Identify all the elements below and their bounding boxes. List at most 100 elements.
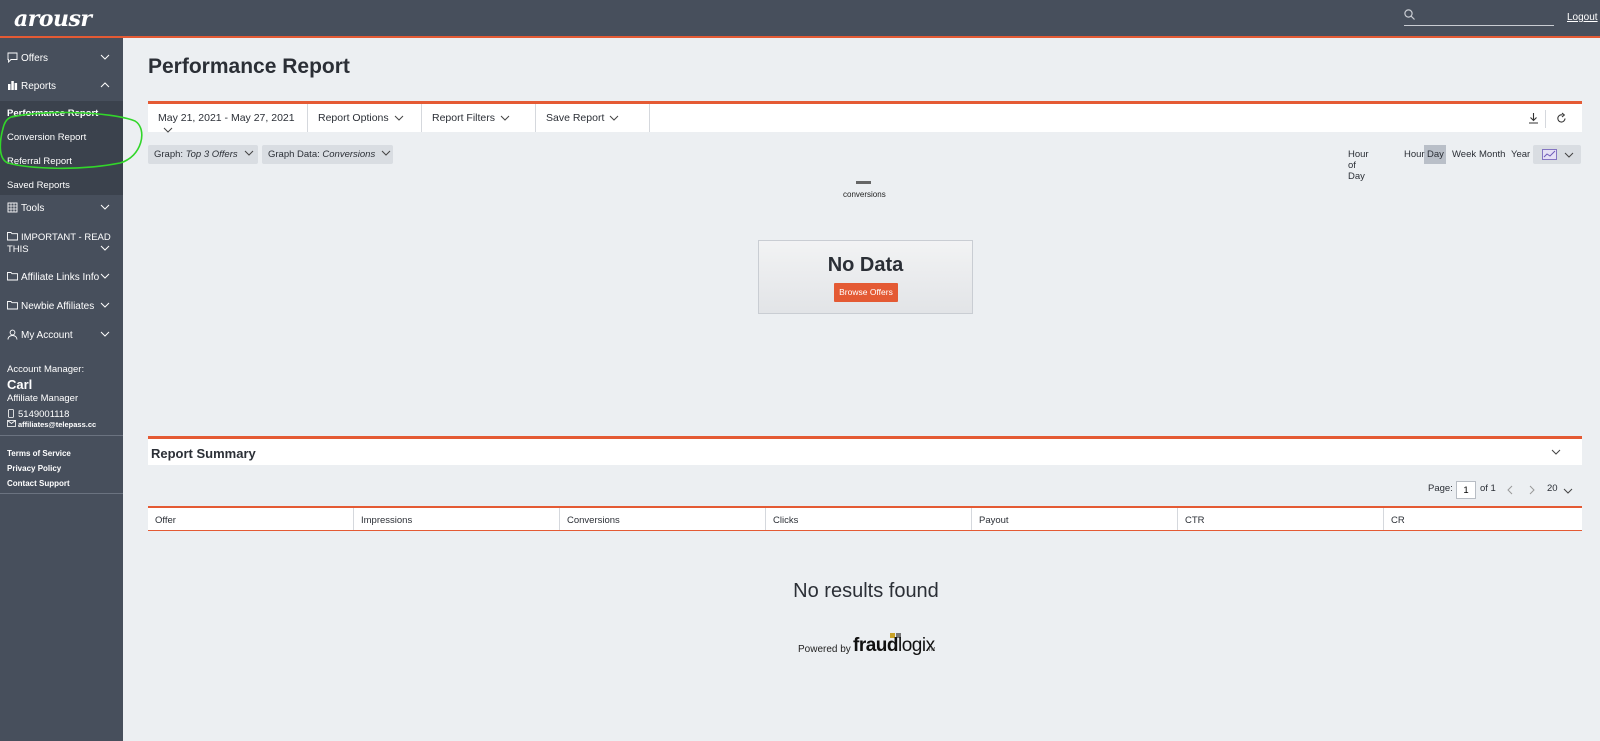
folder-icon (7, 272, 18, 281)
search-box (1404, 8, 1554, 26)
column-header-payout[interactable]: Payout (972, 508, 1178, 531)
chevron-down-icon (100, 204, 110, 210)
grid-icon (7, 202, 18, 213)
account-manager-role: Affiliate Manager (7, 393, 79, 404)
chevron-down-icon (610, 115, 619, 121)
table-header-underline (148, 530, 1582, 531)
column-header-offer[interactable]: Offer (148, 508, 354, 531)
chevron-down-icon (1551, 449, 1561, 455)
sidebar-item-important[interactable]: IMPORTANT - READ THIS (7, 229, 123, 259)
chevron-down-icon (163, 127, 173, 133)
sidebar-item-label: Tools (21, 203, 45, 214)
chevron-down-icon (244, 151, 253, 157)
save-report-label: Save Report (546, 112, 605, 124)
speech-bubble-icon (7, 52, 18, 63)
legend-label[interactable]: conversions (843, 190, 886, 199)
sidebar-item-affiliate-links-info[interactable]: Affiliate Links Info (0, 264, 123, 292)
report-options-dropdown[interactable]: Report Options (308, 104, 422, 132)
contact-support-link[interactable]: Contact Support (7, 479, 70, 488)
sidebar: Offers Reports Performance Report Conver… (0, 38, 143, 741)
report-filters-label: Report Filters (432, 112, 496, 124)
no-data-title: No Data (827, 254, 904, 276)
sidebar-item-newbie-affiliates[interactable]: Newbie Affiliates (0, 293, 123, 321)
sidebar-divider (0, 493, 123, 494)
fraudlogix-logo[interactable]: fraudlogix (853, 635, 935, 657)
time-button-hour[interactable]: Hour (1404, 149, 1425, 160)
column-header-ctr[interactable]: CTR (1178, 508, 1384, 531)
sidebar-item-label: Newbie Affiliates (21, 301, 95, 312)
report-toolbar: May 21, 2021 - May 27, 2021 Report Optio… (148, 101, 1582, 133)
legend-swatch (856, 181, 871, 184)
per-page-select[interactable]: 20 (1547, 483, 1558, 494)
pager-label: Page: (1428, 483, 1453, 494)
top-bar: arousr Logout (0, 0, 1600, 38)
account-manager-heading: Account Manager: (7, 364, 85, 375)
annotation-circle (0, 111, 143, 170)
account-manager-name: Carl (7, 377, 33, 392)
folder-icon (7, 232, 18, 241)
refresh-icon[interactable] (1556, 112, 1567, 124)
sidebar-item-offers[interactable]: Offers (0, 45, 123, 73)
fraudlogix-logo-bold: fraud (853, 635, 899, 656)
browse-offers-button[interactable]: Browse Offers (834, 283, 898, 302)
chart-type-select[interactable] (1533, 145, 1581, 164)
bar-chart-icon (8, 81, 18, 90)
sidebar-item-tools[interactable]: Tools (0, 195, 123, 223)
results-table-header: Offer Impressions Conversions Clicks Pay… (148, 506, 1582, 531)
folder-icon (7, 301, 18, 310)
time-button-year[interactable]: Year (1511, 149, 1530, 160)
date-range-label: May 21, 2021 - May 27, 2021 (158, 112, 295, 124)
column-header-cr[interactable]: CR (1384, 508, 1590, 531)
search-input[interactable] (1422, 8, 1552, 24)
chevron-down-icon (100, 54, 110, 60)
save-report-dropdown[interactable]: Save Report (536, 104, 650, 132)
privacy-policy-link[interactable]: Privacy Policy (7, 464, 61, 473)
sidebar-item-label: My Account (21, 330, 73, 341)
download-icon[interactable] (1528, 112, 1539, 124)
account-manager-email[interactable]: affiliates@telepass.cc (18, 420, 96, 429)
graph-select-value: Top 3 Offers (185, 149, 238, 160)
envelope-icon (7, 420, 16, 427)
report-summary-title: Report Summary (151, 446, 256, 461)
page-title: Performance Report (148, 55, 350, 78)
sidebar-item-label: IMPORTANT - READ (21, 232, 111, 243)
graph-data-value: Conversions (322, 149, 376, 160)
time-button-hour-of-day[interactable]: Hour of Day (1348, 149, 1369, 182)
sidebar-item-label: Affiliate Links Info (21, 272, 100, 283)
phone-icon (8, 409, 14, 418)
sidebar-divider (0, 435, 123, 436)
sidebar-subitem-saved-reports[interactable]: Saved Reports (7, 180, 70, 191)
graph-select[interactable]: Graph: Top 3 Offers (148, 145, 258, 164)
column-header-conversions[interactable]: Conversions (560, 508, 766, 531)
sidebar-item-label-line2: THIS (7, 244, 29, 255)
terms-of-service-link[interactable]: Terms of Service (7, 449, 71, 458)
column-header-clicks[interactable]: Clicks (766, 508, 972, 531)
line-chart-icon (1542, 149, 1557, 160)
date-range-picker[interactable]: May 21, 2021 - May 27, 2021 (148, 104, 308, 133)
report-summary-panel[interactable]: Report Summary (148, 436, 1582, 465)
chevron-left-icon[interactable] (1507, 485, 1513, 495)
account-manager-phone: 5149001118 (18, 409, 70, 420)
report-filters-dropdown[interactable]: Report Filters (422, 104, 536, 132)
chevron-down-icon (100, 245, 110, 251)
graph-data-label: Graph Data: (268, 149, 320, 160)
search-icon (1404, 9, 1415, 20)
graph-data-select[interactable]: Graph Data: Conversions (262, 145, 393, 164)
time-button-day[interactable]: Day (1427, 149, 1444, 160)
sidebar-item-label: Offers (21, 53, 49, 64)
chevron-down-icon (100, 302, 110, 308)
time-button-month[interactable]: Month (1479, 149, 1505, 160)
page-number-input[interactable] (1456, 481, 1476, 499)
arousr-logo[interactable]: arousr (14, 6, 92, 32)
chevron-down-icon[interactable] (1563, 488, 1573, 494)
chevron-right-icon[interactable] (1529, 485, 1535, 495)
sidebar-item-my-account[interactable]: My Account (0, 322, 123, 350)
fraudlogix-trademark: TM (928, 647, 936, 653)
chevron-up-icon (100, 82, 110, 88)
time-button-week[interactable]: Week (1452, 149, 1476, 160)
user-icon (7, 329, 18, 340)
column-header-impressions[interactable]: Impressions (354, 508, 560, 531)
logout-link[interactable]: Logout (1567, 12, 1598, 23)
chevron-down-icon (100, 273, 110, 279)
sidebar-item-reports[interactable]: Reports (0, 73, 123, 101)
